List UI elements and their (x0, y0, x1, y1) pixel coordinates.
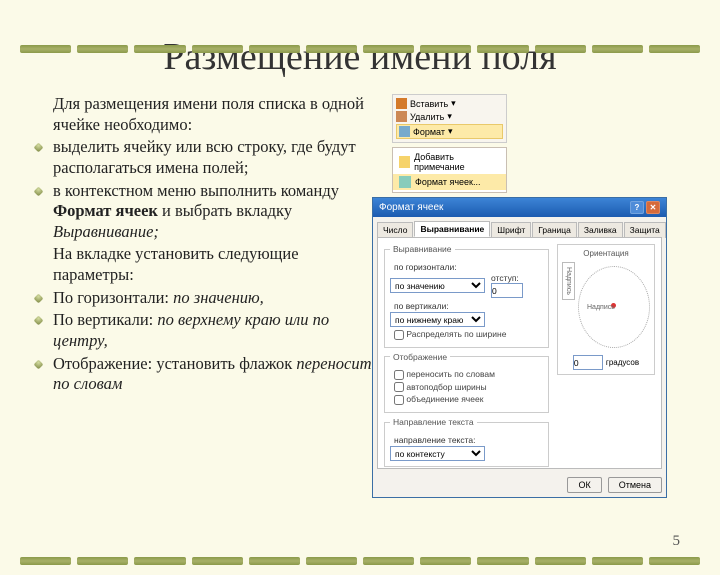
ribbon-format[interactable]: Формат (413, 127, 445, 137)
bullet-item: выделить ячейку или всю строку, где буду… (35, 137, 380, 178)
dialog-tabs: Число Выравнивание Шрифт Граница Заливка… (373, 217, 666, 237)
ribbon-snippet: Вставить ▾ Удалить ▾ Формат ▾ (392, 94, 507, 143)
insert-icon (396, 98, 407, 109)
select-direction[interactable]: по контексту (390, 446, 485, 461)
input-indent[interactable] (491, 283, 523, 298)
orientation-group: Ориентация Надпись Надпись градусов (557, 244, 655, 375)
checkbox-merge[interactable] (394, 395, 404, 405)
intro-paragraph: Для размещения имени поля списка в одной… (35, 94, 380, 135)
checkbox-shrink[interactable] (394, 382, 404, 392)
orientation-dial[interactable]: Надпись (578, 266, 650, 348)
direction-group: Направление текста направление текста: п… (384, 417, 549, 467)
label-degrees: градусов (606, 358, 639, 367)
label-vertical: по вертикали: (394, 301, 543, 311)
label-indent: отступ: (491, 273, 523, 283)
bullet-item: в контекстном меню выполнить команду Фор… (35, 181, 380, 243)
input-degrees[interactable] (573, 355, 603, 370)
checkbox-wrap[interactable] (394, 370, 404, 380)
dialog-title: Формат ячеек (379, 202, 443, 213)
help-button[interactable]: ? (630, 201, 644, 214)
intro2-paragraph: На вкладке установить следующие параметр… (35, 244, 380, 285)
delete-icon (396, 111, 407, 122)
ribbon-insert[interactable]: Вставить (410, 99, 448, 109)
menu-item-format-cells[interactable]: Формат ячеек... (393, 174, 506, 190)
context-menu: Добавить примечание Формат ячеек... (392, 147, 507, 193)
display-group: Отображение переносить по словам автопод… (384, 352, 549, 413)
cancel-button[interactable]: Отмена (608, 477, 662, 493)
alignment-group: Выравнивание по горизонтали: по значению… (384, 244, 549, 348)
format-icon (399, 126, 410, 137)
tab-alignment[interactable]: Выравнивание (414, 221, 490, 237)
close-button[interactable]: ✕ (646, 201, 660, 214)
tab-number[interactable]: Число (377, 222, 413, 238)
bullet-item: Отображение: установить флажок переносит… (35, 354, 380, 395)
checkbox-distribute[interactable] (394, 330, 404, 340)
comment-icon (399, 156, 410, 168)
orient-vertical-text[interactable]: Надпись (562, 262, 575, 300)
bullet-item: По вертикали: по верхнему краю или по це… (35, 310, 380, 351)
content-area: Для размещения имени поля списка в одной… (0, 94, 720, 498)
select-vertical[interactable]: по нижнему краю (390, 312, 485, 327)
page-number: 5 (673, 533, 681, 550)
tab-font[interactable]: Шрифт (491, 222, 531, 238)
bullet-item: По горизонтали: по значению, (35, 288, 380, 309)
slide-title: Размещение имени поля (0, 35, 720, 79)
tab-protection[interactable]: Защита (624, 222, 666, 238)
tab-border[interactable]: Граница (532, 222, 577, 238)
menu-item-comment[interactable]: Добавить примечание (393, 150, 506, 174)
label-direction: направление текста: (394, 435, 543, 445)
format-cells-icon (399, 176, 411, 188)
label-horizontal: по горизонтали: (394, 262, 543, 272)
image-column: Вставить ▾ Удалить ▾ Формат ▾ Добавить п… (392, 94, 685, 498)
ok-button[interactable]: ОК (567, 477, 601, 493)
tab-fill[interactable]: Заливка (578, 222, 623, 238)
ribbon-delete[interactable]: Удалить (410, 112, 444, 122)
select-horizontal[interactable]: по значению (390, 278, 485, 293)
text-column: Для размещения имени поля списка в одной… (35, 94, 380, 498)
format-cells-dialog: Формат ячеек ? ✕ Число Выравнивание Шриф… (372, 197, 667, 498)
